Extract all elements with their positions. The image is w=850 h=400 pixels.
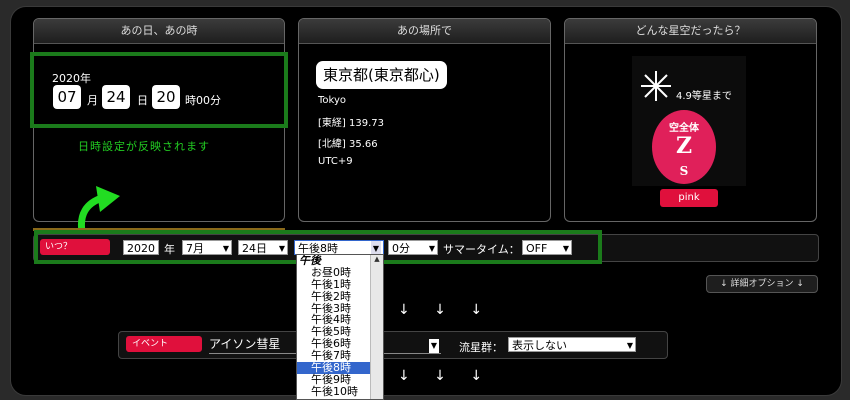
chevron-down-icon: ▼ [428,339,439,353]
datetime-card-header: あの日、あの時 [34,19,284,44]
meteor-label: 流星群： [459,341,503,354]
event-label: イベント [126,336,202,352]
magnitude-text: 4.9等星まで [676,91,732,102]
timezone-text: UTC+9 [318,156,353,167]
down-arrows-2: ↓ ↓ ↓ [398,368,493,384]
badge-letter: Z [675,133,693,159]
meteor-select[interactable]: 表示しない ▼ [508,337,636,352]
down-arrows-1: ↓ ↓ ↓ [398,302,493,318]
badge-bottom-text: S [679,164,689,178]
place-name-button[interactable]: 東京都(東京都心) [316,61,447,89]
sky-card-header: どんな星空だったら？ [565,19,816,44]
city-name: Tokyo [318,95,346,106]
latitude-text: [北緯] 35.66 [318,139,378,150]
scroll-up-icon[interactable]: ▲ [371,255,383,263]
details-options-button[interactable]: ↓ 詳細オプション ↓ [706,275,818,293]
star-icon [641,71,671,101]
meteor-select-value: 表示しない [512,339,567,352]
badge-top-text: 空全体 [669,123,699,134]
place-card-header: あの場所で [299,19,550,44]
color-button[interactable]: pink [660,189,718,207]
curved-arrow-icon [77,186,120,234]
hour-dropdown-list[interactable]: 午後 お昼0時 午後1時 午後2時 午後3時 午後4時 午後5時 午後6時 午後… [296,254,384,400]
chevron-down-icon: ▼ [626,341,633,350]
event-select-value: アイソン彗星 [209,337,281,351]
dropdown-scrollbar[interactable]: ▲ [370,255,383,399]
datetime-highlight-box [30,52,288,128]
longitude-text: [東経] 139.73 [318,118,384,129]
annotation-text: 日時設定が反映されます [78,140,210,153]
